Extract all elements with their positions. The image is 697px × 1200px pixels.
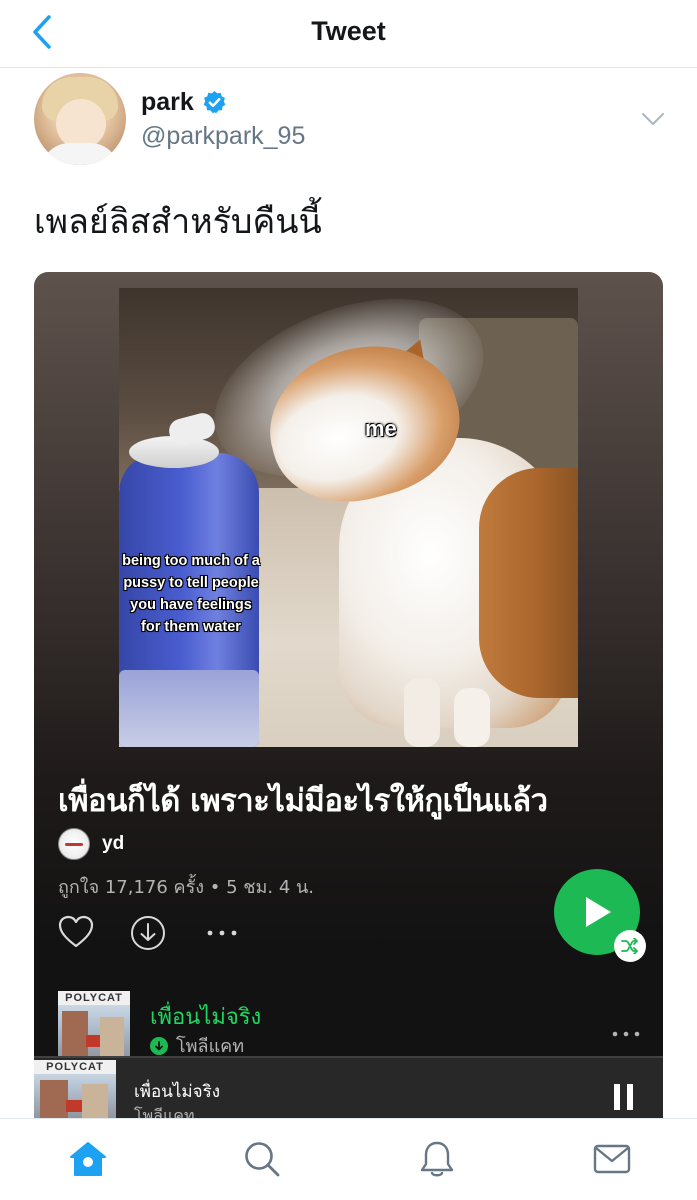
author-avatar[interactable] [34,73,126,165]
chevron-down-icon [642,113,664,125]
author-name-text: park [141,88,194,116]
meme-caption-me: me [365,416,397,441]
notifications-icon [420,1141,454,1177]
shuffle-badge [614,930,646,962]
top-navigation-bar: Tweet [0,0,697,68]
messages-icon [593,1144,631,1174]
tweet-text: เพลย์ลิสสำหรับคืนนี้ [34,202,322,242]
track-title: เพื่อนไม่จริง [150,1005,262,1030]
now-playing-artist: โพลีแคท [134,1106,195,1118]
search-icon [245,1142,280,1177]
play-icon [586,897,611,927]
home-icon [70,1142,106,1176]
download-button[interactable] [130,915,166,951]
playlist-title: เพื่อนก็ได้ เพราะไม่มีอะไรให้กูเป็นแล้ว [58,783,548,819]
tab-notifications[interactable] [415,1137,459,1181]
now-playing-title: เพื่อนไม่จริง [134,1082,220,1102]
tab-search[interactable] [240,1137,284,1181]
playlist-owner[interactable]: yd [58,828,124,860]
owner-avatar [58,828,90,860]
meme-caption-bottle: being too much of a pussy to tell people… [122,553,260,635]
heart-icon [58,915,94,948]
bottom-tab-bar [0,1118,697,1200]
page-title: Tweet [311,16,386,46]
playlist-cover-image: me being too much of a pussy to tell peo… [119,288,578,747]
now-playing-art-band: POLYCAT [34,1060,116,1074]
like-button[interactable] [58,915,94,949]
track-more-button[interactable] [608,1024,644,1044]
track-album-art: POLYCAT [58,991,130,1063]
now-playing-album-art: POLYCAT [34,1060,116,1118]
tab-messages[interactable] [590,1137,634,1181]
author-handle[interactable]: @parkpark_95 [141,122,305,151]
spotify-playlist-card[interactable]: me being too much of a pussy to tell peo… [34,272,663,1122]
pause-button[interactable] [608,1084,638,1114]
album-art-band: POLYCAT [58,991,130,1005]
shuffle-icon [621,938,638,954]
track-row[interactable]: POLYCAT เพื่อนไม่จริง โพลีแคท [34,984,663,1063]
playlist-meta: ถูกใจ 17,176 ครั้ง • 5 ชม. 4 น. [58,877,315,898]
more-dots-icon [612,1031,640,1037]
author-display-name[interactable]: park [141,88,227,117]
verified-badge-icon [203,91,226,114]
pause-icon-bar [613,1084,620,1110]
tweet-options-button[interactable] [636,104,670,134]
now-playing-bar[interactable]: POLYCAT เพื่อนไม่จริง โพลีแคท [34,1056,663,1118]
downloaded-icon [150,1036,168,1055]
more-options-button[interactable] [202,920,242,946]
tab-home[interactable] [66,1137,110,1181]
download-icon [131,916,165,950]
owner-name: yd [102,833,125,854]
more-dots-icon [207,930,237,936]
pause-icon-bar [626,1084,633,1110]
